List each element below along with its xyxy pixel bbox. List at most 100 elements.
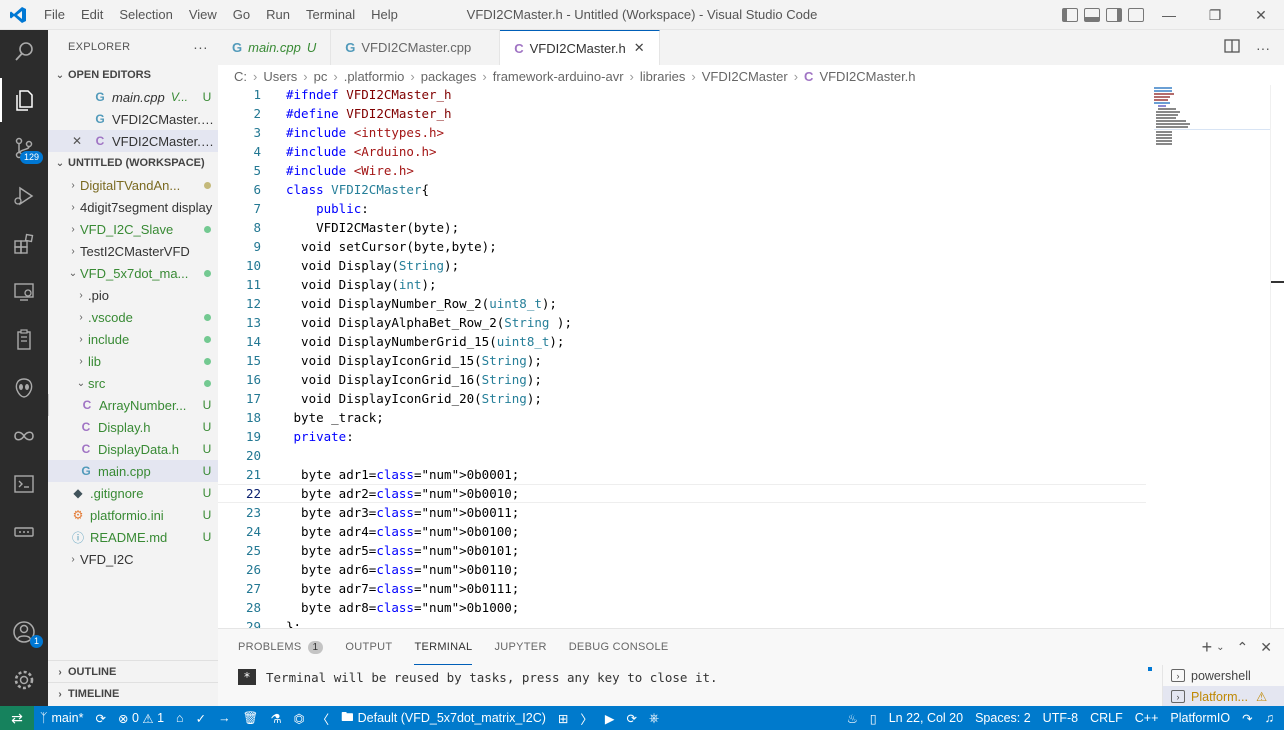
problems-status[interactable]: ⊗ 0 ⚠ 1 — [112, 706, 170, 730]
toggle-sidebar-icon[interactable] — [1062, 8, 1078, 22]
code-line[interactable]: 5 #include <Wire.h> — [218, 161, 1146, 180]
notifications-bell-icon[interactable]: ♫ — [1259, 706, 1280, 730]
code-line[interactable]: 1 #ifndef VFDI2CMaster_h — [218, 85, 1146, 104]
live-share-icon[interactable] — [0, 414, 48, 458]
menu-selection[interactable]: Selection — [111, 0, 180, 30]
editor-scrollbar[interactable] — [1270, 85, 1284, 628]
menu-terminal[interactable]: Terminal — [298, 0, 363, 30]
tab-terminal[interactable]: TERMINAL — [414, 629, 473, 665]
source-control-icon[interactable]: 129 — [0, 126, 48, 170]
close-panel-icon[interactable]: ✕ — [1260, 639, 1272, 656]
breadcrumb-item[interactable]: packages — [421, 69, 477, 84]
code-line[interactable]: 29}; — [218, 617, 1146, 628]
breadcrumb-item[interactable]: VFDI2CMaster — [702, 69, 788, 84]
code-line[interactable]: 25 byte adr5=class="num">0b0101; — [218, 541, 1146, 560]
code-line[interactable]: 15 void DisplayIconGrid_15(String); — [218, 351, 1146, 370]
open-editor-item[interactable]: G VFDI2CMaster.c... — [48, 108, 218, 130]
accounts-icon[interactable]: 1 — [0, 610, 48, 654]
pio-upload-icon[interactable]: → — [212, 706, 237, 730]
toggle-secondary-sidebar-icon[interactable] — [1106, 8, 1122, 22]
code-line[interactable]: 3 #include <inttypes.h> — [218, 123, 1146, 142]
code-line[interactable]: 18 byte _track; — [218, 408, 1146, 427]
breadcrumb-item[interactable]: libraries — [640, 69, 686, 84]
pio-terminal-icon[interactable]: 〈 — [311, 706, 336, 730]
code-line[interactable]: 14 void DisplayNumberGrid_15(uint8_t); — [218, 332, 1146, 351]
breadcrumb-item[interactable]: .platformio — [344, 69, 405, 84]
close-tab-icon[interactable]: ✕ — [634, 40, 645, 56]
tab-vfdi2cmaster-h[interactable]: C VFDI2CMaster.h ✕ — [500, 30, 660, 65]
explorer-icon[interactable] — [0, 78, 48, 122]
play-icon[interactable]: ▶ — [599, 706, 621, 730]
sync-icon[interactable]: ⟳ — [89, 706, 111, 730]
device-icon[interactable]: ▯ — [864, 706, 883, 730]
tree-folder[interactable]: › include — [48, 328, 218, 350]
cursor-position[interactable]: Ln 22, Col 20 — [883, 706, 969, 730]
code-line[interactable]: 2 #define VFDI2CMaster_h — [218, 104, 1146, 123]
remote-indicator-icon[interactable]: ⇄ — [0, 706, 34, 730]
code-line[interactable]: 13 void DisplayAlphaBet_Row_2(String ); — [218, 313, 1146, 332]
testing-icon[interactable] — [0, 318, 48, 362]
tree-file[interactable]: ◆ .gitignore U — [48, 482, 218, 504]
language-mode[interactable]: C++ — [1129, 706, 1165, 730]
remote-explorer-icon[interactable] — [0, 270, 48, 314]
menu-file[interactable]: File — [36, 0, 73, 30]
code-line[interactable]: 17 void DisplayIconGrid_20(String); — [218, 389, 1146, 408]
run-debug-icon[interactable] — [0, 174, 48, 218]
terminal-status-icon[interactable]: 〉 — [574, 706, 599, 730]
breadcrumb-item[interactable]: framework-arduino-avr — [493, 69, 624, 84]
tab-debug-console[interactable]: DEBUG CONSOLE — [569, 629, 669, 665]
open-editors-section[interactable]: ⌄ OPEN EDITORS — [48, 64, 218, 86]
add-icon[interactable]: ⊞ — [552, 706, 574, 730]
customize-layout-icon[interactable] — [1128, 8, 1144, 22]
new-terminal-icon[interactable]: + — [1202, 637, 1213, 658]
code-line[interactable]: 8 VFDI2CMaster(byte); — [218, 218, 1146, 237]
code-line[interactable]: 23 byte adr3=class="num">0b0011; — [218, 503, 1146, 522]
platformio-status[interactable]: PlatformIO — [1164, 706, 1236, 730]
tree-folder[interactable]: ⌄ VFD_5x7dot_ma... — [48, 262, 218, 284]
search-icon[interactable] — [0, 30, 48, 74]
code-editor[interactable]: 1 #ifndef VFDI2CMaster_h 2 #define VFDI2CMa… — [218, 85, 1146, 628]
tree-folder[interactable]: › VFD_I2C — [48, 548, 218, 570]
tab-problems[interactable]: PROBLEMS 1 — [238, 629, 324, 665]
code-line[interactable]: 21 byte adr1=class="num">0b0001; — [218, 465, 1146, 484]
toggle-panel-icon[interactable] — [1084, 8, 1100, 22]
pio-clean-icon[interactable]: 🗑 — [237, 706, 265, 730]
tree-folder[interactable]: › .pio — [48, 284, 218, 306]
tree-folder[interactable]: › .vscode — [48, 306, 218, 328]
tab-output[interactable]: OUTPUT — [345, 629, 392, 665]
tree-file[interactable]: ⓘ README.md U — [48, 526, 218, 548]
menu-run[interactable]: Run — [258, 0, 298, 30]
code-line[interactable]: 20 — [218, 446, 1146, 465]
code-line[interactable]: 4 #include <Arduino.h> — [218, 142, 1146, 161]
tree-folder[interactable]: › VFD_I2C_Slave — [48, 218, 218, 240]
terminal-output[interactable]: * Terminal will be reused by tasks, pres… — [238, 669, 718, 685]
settings-gear-icon[interactable] — [0, 658, 48, 702]
encoding[interactable]: UTF-8 — [1037, 706, 1084, 730]
code-line[interactable]: 22 byte adr2=class="num">0b0010; — [218, 484, 1146, 503]
breadcrumb-item[interactable]: Users — [263, 69, 297, 84]
more-actions-icon[interactable]: ··· — [193, 39, 208, 55]
minimize-icon[interactable]: — — [1146, 0, 1192, 30]
pio-test-icon[interactable]: ⚗ — [264, 706, 287, 730]
tree-folder[interactable]: ⌄ src — [48, 372, 218, 394]
tree-file[interactable]: ⚙ platformio.ini U — [48, 504, 218, 526]
menu-edit[interactable]: Edit — [73, 0, 111, 30]
pio-env-switcher[interactable]: 🖿 Default (VFD_5x7dot_matrix_I2C) — [335, 706, 552, 730]
menu-help[interactable]: Help — [363, 0, 406, 30]
tree-file[interactable]: C ArrayNumber... U — [48, 394, 218, 416]
terminal-item-powershell[interactable]: › powershell — [1163, 665, 1284, 686]
serial-monitor-icon[interactable] — [0, 510, 48, 554]
breadcrumb-item[interactable]: pc — [314, 69, 328, 84]
terminal-icon[interactable] — [0, 462, 48, 506]
tab-main-cpp[interactable]: G main.cpp U — [218, 30, 332, 65]
tree-folder[interactable]: › 4digit7segment display — [48, 196, 218, 218]
refresh-icon[interactable]: ⟳ — [621, 706, 643, 730]
code-line[interactable]: 10 void Display(String); — [218, 256, 1146, 275]
menu-view[interactable]: View — [181, 0, 225, 30]
code-line[interactable]: 19 private: — [218, 427, 1146, 446]
code-line[interactable]: 28 byte adr8=class="num">0b1000; — [218, 598, 1146, 617]
code-line[interactable]: 12 void DisplayNumber_Row_2(uint8_t); — [218, 294, 1146, 313]
menu-go[interactable]: Go — [225, 0, 258, 30]
more-actions-icon[interactable]: ··· — [1256, 40, 1270, 56]
terminal-item-platformio[interactable]: › Platform... ⚠ — [1163, 686, 1284, 707]
